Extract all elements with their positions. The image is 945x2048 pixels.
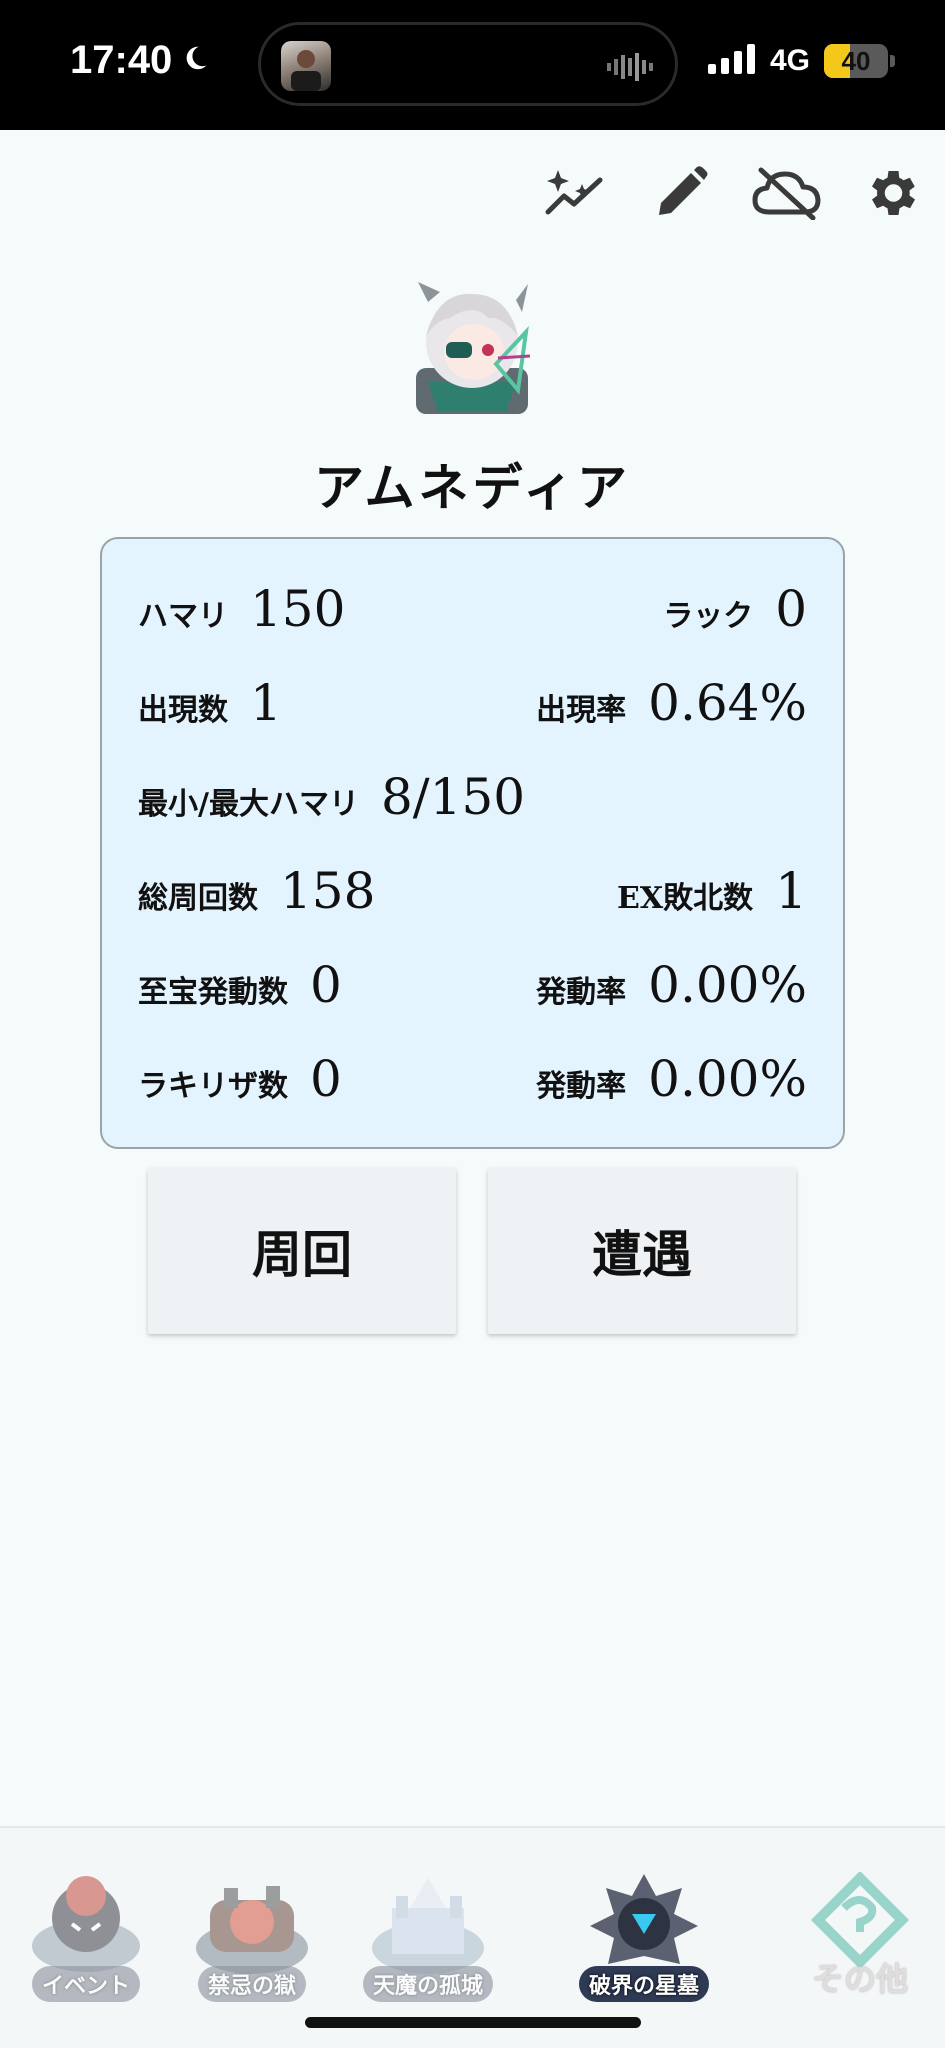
treasure-value: 0 bbox=[310, 956, 342, 1014]
nav-item-tenma[interactable]: 天魔の孤城 bbox=[360, 1872, 496, 2012]
rakiriza-rate-label: 発動率 bbox=[536, 1069, 627, 1104]
nav-label-kinki: 禁忌の獄 bbox=[197, 1966, 306, 2002]
luck-pair: ラック 0 bbox=[663, 580, 807, 638]
stats-card: ハマリ 150 ラック 0 出現数 1 出現率 0.64% 最小/最大ハマリ 8… bbox=[100, 537, 845, 1149]
castle-icon bbox=[372, 1878, 484, 1974]
appear-count-pair: 出現数 1 bbox=[138, 674, 282, 732]
luck-value: 0 bbox=[775, 580, 807, 638]
star-tomb-icon bbox=[590, 1874, 698, 1964]
moon-icon bbox=[180, 38, 210, 83]
stats-row-laps: 総周回数 158 EX敗北数 1 bbox=[138, 861, 807, 921]
event-icon bbox=[32, 1876, 140, 1972]
character-name: アムネディア bbox=[314, 458, 631, 517]
nav-item-other[interactable]: その他 bbox=[792, 1872, 928, 2012]
sparkle-chart-icon[interactable] bbox=[542, 160, 608, 226]
hamari-pair: ハマリ 150 bbox=[138, 580, 345, 638]
home-indicator[interactable] bbox=[305, 2017, 641, 2028]
nav-label-event: イベント bbox=[31, 1966, 140, 2002]
nav-item-hakai[interactable]: 破界の星墓 bbox=[576, 1872, 712, 2012]
treasure-label: 至宝発動数 bbox=[138, 975, 288, 1010]
status-time-group: 17:40 bbox=[70, 38, 210, 83]
battery-icon: 40 bbox=[824, 44, 888, 78]
waveform-icon bbox=[607, 53, 653, 85]
sougu-button[interactable]: 遭遇 bbox=[488, 1168, 796, 1334]
luck-label: ラック bbox=[663, 599, 754, 634]
nav-item-event[interactable]: イベント bbox=[18, 1872, 154, 2012]
rakiriza-value: 0 bbox=[310, 1050, 342, 1108]
appear-rate-value: 0.64% bbox=[648, 674, 807, 732]
prison-icon bbox=[196, 1886, 308, 1974]
bottom-nav: イベント 禁忌の獄 天魔の孤城 破界の星墓 その他 bbox=[0, 1826, 945, 2048]
total-laps-pair: 総周回数 158 bbox=[138, 862, 375, 920]
nav-label-hakai: 破界の星墓 bbox=[578, 1966, 709, 2002]
rakiriza-rate-value: 0.00% bbox=[648, 1050, 807, 1108]
treasure-pair: 至宝発動数 0 bbox=[138, 956, 342, 1014]
appear-rate-pair: 出現率 0.64% bbox=[536, 674, 807, 732]
media-thumbnail bbox=[281, 41, 331, 91]
nav-item-kinki[interactable]: 禁忌の獄 bbox=[184, 1872, 320, 2012]
gear-icon[interactable] bbox=[858, 160, 924, 226]
pencil-icon[interactable] bbox=[648, 160, 714, 226]
appear-count-label: 出現数 bbox=[138, 693, 228, 728]
top-toolbar bbox=[0, 160, 945, 230]
appear-rate-label: 出現率 bbox=[536, 693, 627, 728]
status-right-group: 4G 40 bbox=[707, 44, 895, 78]
treasure-rate-value: 0.00% bbox=[648, 956, 807, 1014]
stats-row-appear: 出現数 1 出現率 0.64% bbox=[138, 673, 807, 733]
rakiriza-rate-pair: 発動率 0.00% bbox=[536, 1050, 807, 1108]
minmax-label: 最小/最大ハマリ bbox=[138, 787, 359, 822]
appear-count-value: 1 bbox=[250, 674, 282, 732]
ex-defeat-label: EX敗北数 bbox=[617, 881, 754, 916]
status-bar: 17:40 4G 40 bbox=[0, 0, 945, 130]
nav-label-other: その他 bbox=[811, 1960, 908, 1998]
character-avatar bbox=[398, 272, 546, 420]
rakiriza-label: ラキリザ数 bbox=[138, 1069, 288, 1104]
nav-label-tenma: 天魔の孤城 bbox=[362, 1966, 493, 2002]
total-laps-value: 158 bbox=[280, 862, 376, 920]
status-time: 17:40 bbox=[70, 38, 173, 82]
dynamic-island[interactable] bbox=[258, 22, 678, 106]
minmax-pair: 最小/最大ハマリ 8/150 bbox=[138, 768, 525, 826]
stats-row-rakiriza: ラキリザ数 0 発動率 0.00% bbox=[138, 1049, 807, 1109]
stats-row-hamari: ハマリ 150 ラック 0 bbox=[138, 579, 807, 639]
total-laps-label: 総周回数 bbox=[138, 881, 258, 916]
ex-defeat-value: 1 bbox=[775, 862, 807, 920]
cloud-off-icon[interactable] bbox=[750, 160, 824, 226]
stats-row-minmax: 最小/最大ハマリ 8/150 bbox=[138, 767, 807, 827]
network-type: 4G bbox=[769, 44, 810, 77]
minmax-value: 8/150 bbox=[380, 768, 526, 826]
stats-row-treasure: 至宝発動数 0 発動率 0.00% bbox=[138, 955, 807, 1015]
shuukai-button[interactable]: 周回 bbox=[148, 1168, 456, 1334]
treasure-rate-pair: 発動率 0.00% bbox=[536, 956, 807, 1014]
signal-icon bbox=[707, 44, 756, 78]
hamari-label: ハマリ bbox=[138, 599, 228, 634]
treasure-rate-label: 発動率 bbox=[536, 975, 627, 1010]
ex-defeat-pair: EX敗北数 1 bbox=[617, 862, 807, 920]
app-root: 17:40 4G 40 アムネディア ハマリ 150 ラック 0 出現数 1 出… bbox=[0, 0, 945, 2048]
rakiriza-pair: ラキリザ数 0 bbox=[138, 1050, 342, 1108]
hamari-value: 150 bbox=[250, 580, 346, 638]
battery-level: 40 bbox=[841, 45, 871, 76]
battery-cap bbox=[890, 55, 895, 67]
